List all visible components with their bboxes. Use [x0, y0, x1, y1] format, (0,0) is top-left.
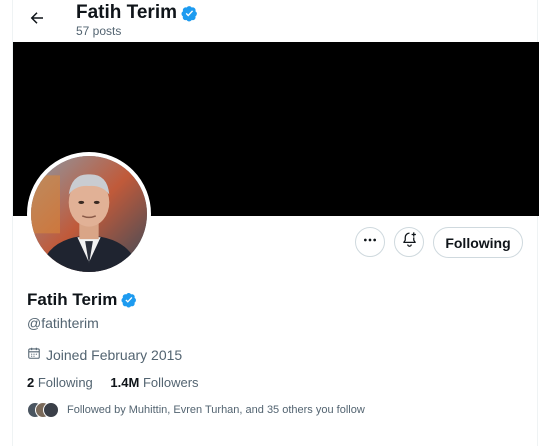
arrow-left-icon [28, 9, 46, 32]
calendar-icon [27, 346, 41, 363]
display-name: Fatih Terim [27, 290, 118, 309]
followers-link[interactable]: 1.4M Followers [110, 375, 198, 390]
posts-count: 57 posts [76, 24, 122, 38]
profile-handle: @fatihterim [27, 315, 99, 331]
verified-badge-icon[interactable] [121, 292, 137, 308]
joined-text: Joined February 2015 [46, 346, 183, 363]
followed-by-text: Followed by Muhittin, Evren Turhan, and … [67, 404, 365, 416]
followed-by-row[interactable]: Followed by Muhittin, Evren Turhan, and … [27, 402, 365, 418]
following-count: 2 [27, 375, 35, 390]
following-label: Following [37, 375, 93, 390]
more-button[interactable] [355, 227, 385, 257]
header-title: Fatih Terim [76, 2, 198, 24]
profile-name-row: Fatih Terim [27, 290, 137, 310]
avatar-portrait [31, 156, 147, 272]
mutual-avatars [27, 402, 59, 418]
header-name: Fatih Terim [76, 2, 177, 23]
followers-label: Followers [142, 375, 199, 390]
following-button[interactable]: Following [433, 227, 523, 258]
followers-count: 1.4M [110, 375, 140, 390]
profile-frame: Fatih Terim 57 posts Following Fatih Ter… [12, 0, 539, 446]
mutual-avatar [43, 402, 59, 418]
top-bar: Fatih Terim 57 posts [13, 0, 539, 42]
bell-plus-icon [401, 231, 418, 253]
joined-date: Joined February 2015 [27, 346, 182, 363]
following-link[interactable]: 2 Following [27, 375, 93, 390]
verified-badge-icon [181, 5, 198, 22]
back-button[interactable] [23, 6, 51, 34]
follow-stats: 2 Following 1.4M Followers [27, 375, 213, 390]
more-dots-icon [362, 232, 378, 253]
profile-avatar[interactable] [27, 152, 151, 276]
notifications-button[interactable] [394, 227, 424, 257]
